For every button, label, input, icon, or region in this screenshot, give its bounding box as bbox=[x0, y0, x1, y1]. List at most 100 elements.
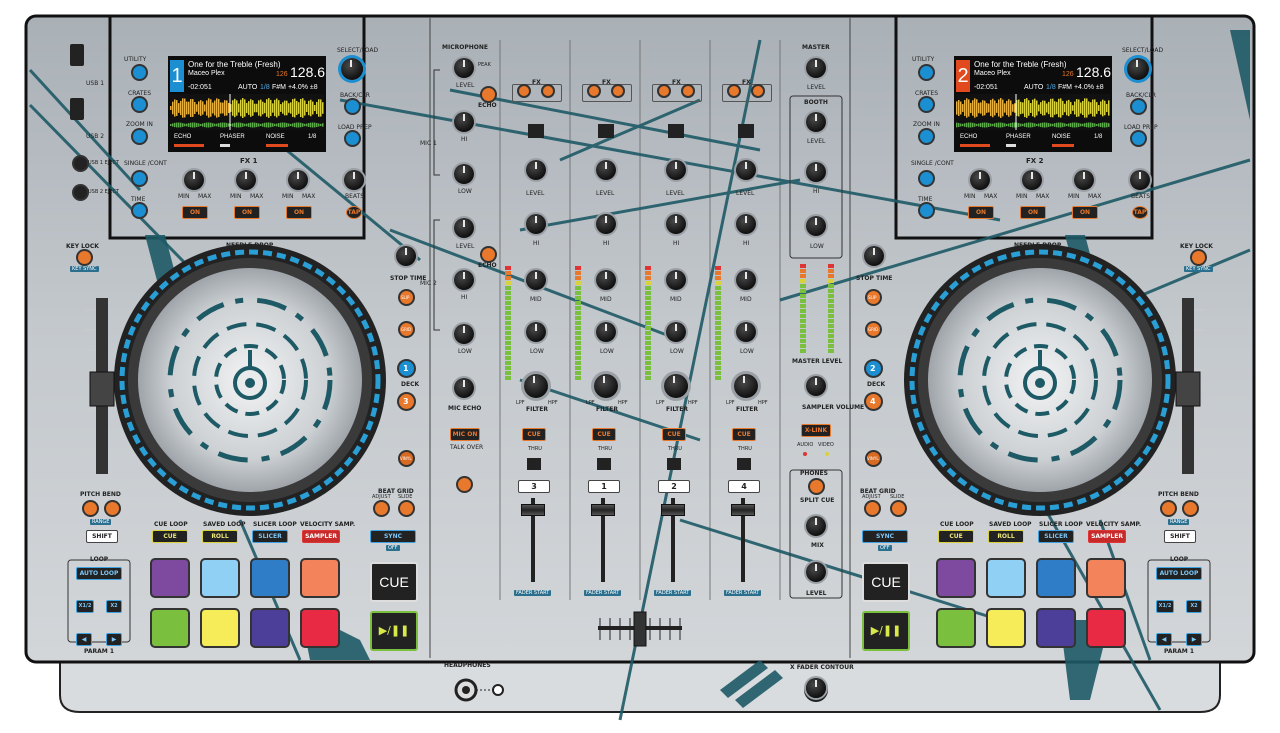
talk-over-button[interactable] bbox=[458, 478, 471, 491]
mic2-echo-button[interactable] bbox=[482, 248, 495, 261]
pad-mode-slicer-right[interactable]: SLICER bbox=[1038, 530, 1074, 543]
pad-4-right[interactable] bbox=[1088, 560, 1124, 596]
split-cue-button[interactable] bbox=[810, 480, 823, 493]
pad-3-left[interactable] bbox=[252, 560, 288, 596]
pad-2-right[interactable] bbox=[988, 560, 1024, 596]
phones-mix-knob[interactable] bbox=[806, 516, 826, 536]
mic1-hi-knob[interactable] bbox=[454, 112, 474, 132]
ch2-xfader-assign[interactable] bbox=[667, 458, 681, 470]
ch1-hi-knob[interactable] bbox=[596, 214, 616, 234]
ch2-mid-knob[interactable] bbox=[666, 270, 686, 290]
ch4-fx2-button[interactable] bbox=[753, 86, 763, 96]
pitch-bend-minus-left[interactable] bbox=[84, 502, 97, 515]
ch2-level-knob[interactable] bbox=[666, 160, 686, 180]
ch3-fx1-button[interactable] bbox=[519, 86, 529, 96]
ch4-low-knob[interactable] bbox=[736, 322, 756, 342]
crates-button-right[interactable] bbox=[920, 98, 933, 111]
ch1-fx2-button[interactable] bbox=[613, 86, 623, 96]
booth-hi-knob[interactable] bbox=[806, 162, 826, 182]
pad-2-left[interactable] bbox=[202, 560, 238, 596]
single-cont-button-right[interactable] bbox=[920, 172, 933, 185]
key-lock-button-right[interactable] bbox=[1192, 251, 1205, 264]
key-lock-button-left[interactable] bbox=[78, 251, 91, 264]
sampler-volume-knob[interactable] bbox=[806, 376, 826, 396]
auto-loop-button-right[interactable]: AUTO LOOP bbox=[1156, 567, 1202, 580]
usb2-eject-button[interactable] bbox=[74, 186, 87, 199]
pad-mode-roll-right[interactable]: ROLL bbox=[988, 530, 1024, 543]
fx1-on-button-1[interactable]: ON bbox=[182, 206, 208, 219]
fx2-on-button-3[interactable]: ON bbox=[1072, 206, 1098, 219]
load-prep-button[interactable] bbox=[346, 132, 359, 145]
pad-3-right[interactable] bbox=[1038, 560, 1074, 596]
mic2-hi-knob[interactable] bbox=[454, 270, 474, 290]
booth-level-knob[interactable] bbox=[806, 112, 826, 132]
ch2-cue-button[interactable]: CUE bbox=[662, 428, 686, 441]
mic-echo-knob[interactable] bbox=[454, 378, 474, 398]
ch3-channel-fader[interactable] bbox=[521, 504, 545, 516]
pad-1-right[interactable] bbox=[938, 560, 974, 596]
stop-time-knob-left[interactable] bbox=[396, 246, 416, 266]
pad-4-left[interactable] bbox=[302, 560, 338, 596]
ch1-mid-knob[interactable] bbox=[596, 270, 616, 290]
ch1-cue-button[interactable]: CUE bbox=[592, 428, 616, 441]
booth-low-knob[interactable] bbox=[806, 216, 826, 236]
mic1-echo-button[interactable] bbox=[482, 88, 495, 101]
mic2-low-knob[interactable] bbox=[454, 324, 474, 344]
single-cont-button[interactable] bbox=[133, 172, 146, 185]
loop-double-button-right[interactable]: X2 bbox=[1186, 600, 1202, 613]
ch4-mid-knob[interactable] bbox=[736, 270, 756, 290]
loop-half-button-left[interactable]: X1/2 bbox=[76, 600, 94, 613]
ch4-hi-knob[interactable] bbox=[736, 214, 756, 234]
ch4-channel-fader[interactable] bbox=[731, 504, 755, 516]
play-pause-button-right[interactable]: ▶/❚❚ bbox=[862, 611, 910, 651]
auto-loop-button-left[interactable]: AUTO LOOP bbox=[76, 567, 122, 580]
ch2-filter-knob[interactable] bbox=[664, 374, 688, 398]
ch3-mid-knob[interactable] bbox=[526, 270, 546, 290]
fx2-knob-1[interactable] bbox=[970, 170, 990, 190]
mic1-low-knob[interactable] bbox=[454, 164, 474, 184]
zoom-in-button[interactable] bbox=[133, 130, 146, 143]
fx1-knob-2[interactable] bbox=[236, 170, 256, 190]
pad-6-right[interactable] bbox=[988, 610, 1024, 646]
fx1-knob-3[interactable] bbox=[288, 170, 308, 190]
pad-mode-cue-left[interactable]: CUE bbox=[152, 530, 188, 543]
pitch-bend-plus-right[interactable] bbox=[1184, 502, 1197, 515]
ch4-fx1-button[interactable] bbox=[729, 86, 739, 96]
ch1-xfader-assign[interactable] bbox=[597, 458, 611, 470]
pad-1-left[interactable] bbox=[152, 560, 188, 596]
ch1-fx1-button[interactable] bbox=[589, 86, 599, 96]
pad-8-right[interactable] bbox=[1088, 610, 1124, 646]
ch1-level-knob[interactable] bbox=[596, 160, 616, 180]
ch2-fx2-button[interactable] bbox=[683, 86, 693, 96]
ch3-fx2-button[interactable] bbox=[543, 86, 553, 96]
ch3-filter-knob[interactable] bbox=[524, 374, 548, 398]
shift-button-right[interactable]: SHIFT bbox=[1164, 530, 1196, 543]
cue-button-left[interactable]: CUE bbox=[370, 562, 418, 602]
fx1-tap-button[interactable]: TAP bbox=[346, 206, 362, 219]
crates-button[interactable] bbox=[133, 98, 146, 111]
shift-button-left[interactable]: SHIFT bbox=[86, 530, 118, 543]
xfader-contour-knob[interactable] bbox=[806, 678, 826, 698]
phones-level-knob[interactable] bbox=[806, 562, 826, 582]
sync-button-right[interactable]: SYNC bbox=[862, 530, 908, 543]
beat-grid-slide-right[interactable] bbox=[892, 502, 905, 515]
pad-6-left[interactable] bbox=[202, 610, 238, 646]
ch4-xfader-assign[interactable] bbox=[737, 458, 751, 470]
utility-button[interactable] bbox=[133, 66, 146, 79]
pad-mode-slicer-left[interactable]: SLICER bbox=[252, 530, 288, 543]
fx2-on-button-2[interactable]: ON bbox=[1020, 206, 1046, 219]
time-button[interactable] bbox=[133, 204, 146, 217]
fx2-tap-button[interactable]: TAP bbox=[1132, 206, 1148, 219]
pad-5-right[interactable] bbox=[938, 610, 974, 646]
ch4-level-knob[interactable] bbox=[736, 160, 756, 180]
utility-button-right[interactable] bbox=[920, 66, 933, 79]
ch1-input-switch[interactable] bbox=[598, 124, 614, 138]
pad-8-left[interactable] bbox=[302, 610, 338, 646]
ch3-level-knob[interactable] bbox=[526, 160, 546, 180]
back-clr-button[interactable] bbox=[346, 100, 359, 113]
fx2-knob-2[interactable] bbox=[1022, 170, 1042, 190]
fx1-on-button-2[interactable]: ON bbox=[234, 206, 260, 219]
ch2-channel-fader[interactable] bbox=[661, 504, 685, 516]
param-left-button-right[interactable]: ◀ bbox=[1156, 633, 1172, 646]
mic2-level-knob[interactable] bbox=[454, 218, 474, 238]
